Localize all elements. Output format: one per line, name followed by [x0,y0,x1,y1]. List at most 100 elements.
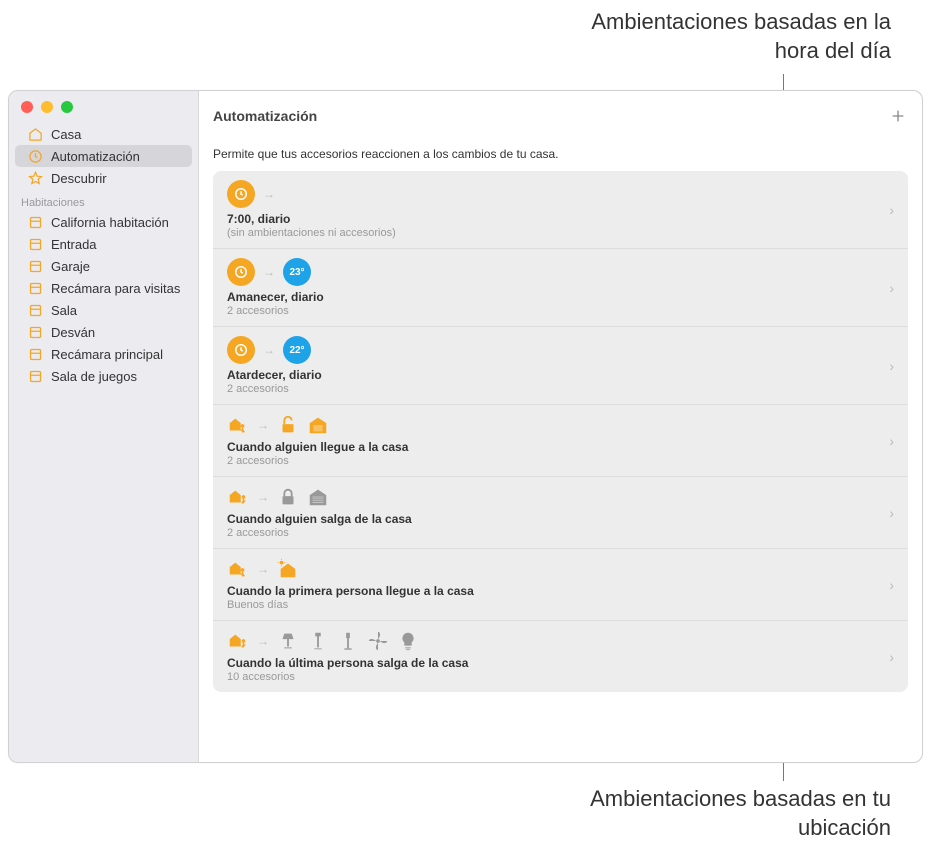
automation-subtitle: Buenos días [227,599,889,611]
room-icon [27,302,43,318]
sidebar-label: Entrada [51,237,97,252]
automation-title: Cuando la primera persona llegue a la ca… [227,584,889,598]
automation-subtitle: 2 accesorios [227,527,889,539]
lock-open-icon [277,414,299,436]
temperature-icon: 22° [283,336,311,364]
icon-row: → [227,414,889,436]
automation-title: Cuando alguien llegue a la casa [227,440,889,454]
title-bar: Automatización [213,101,908,131]
close-button[interactable] [21,101,33,113]
icon-row: → 23° [227,258,889,286]
arrow-icon: → [263,265,275,279]
room-icon [27,236,43,252]
sidebar-label: Recámara para visitas [51,281,180,296]
person-home-leave-icon [227,630,249,652]
garage-icon [307,414,329,436]
icon-row: → 22° [227,336,889,364]
lamp3-icon [337,630,359,652]
star-icon [27,170,43,186]
page-subtitle: Permite que tus accesorios reaccionen a … [213,147,908,161]
icon-row: → [227,180,889,208]
room-icon [27,258,43,274]
chevron-right-icon: › [889,433,894,449]
lock-closed-icon [277,486,299,508]
automation-title: Cuando alguien salga de la casa [227,512,889,526]
scene-home-icon [277,558,299,580]
row-content: → Cuando la primera persona llegue a la … [227,558,889,611]
sidebar-item-room[interactable]: Sala [15,299,192,321]
annotation-time-based: Ambientaciones basadas en la hora del dí… [551,8,891,65]
sidebar-label: California habitación [51,215,169,230]
sidebar-item-casa[interactable]: Casa [15,123,192,145]
main-content: Automatización Permite que tus accesorio… [199,91,922,762]
temperature-icon: 23° [283,258,311,286]
arrow-icon: → [263,343,275,357]
automation-row[interactable]: →23° Amanecer, diario 2 accesorios › [213,249,908,327]
row-content: →23° Amanecer, diario 2 accesorios [227,258,889,317]
sidebar-label: Desván [51,325,95,340]
automation-row[interactable]: → Cuando la última persona salga de la c… [213,621,908,692]
automation-row[interactable]: → Cuando la primera persona llegue a la … [213,549,908,621]
chevron-right-icon: › [889,280,894,296]
room-icon [27,368,43,384]
automation-row[interactable]: → Cuando alguien salga de la casa 2 acce… [213,477,908,549]
sidebar-item-room[interactable]: Garaje [15,255,192,277]
chevron-right-icon: › [889,202,894,218]
arrow-icon: → [257,490,269,504]
add-automation-button[interactable] [888,106,908,126]
row-content: → Cuando la última persona salga de la c… [227,630,889,683]
home-icon [27,126,43,142]
room-icon [27,346,43,362]
clock-icon [227,258,255,286]
lamp2-icon [307,630,329,652]
automation-title: Atardecer, diario [227,368,889,382]
app-window: Casa Automatización Descubrir Habitacion… [8,90,923,763]
sidebar-item-room[interactable]: Entrada [15,233,192,255]
row-content: → 22° Atardecer, diario 2 accesorios [227,336,889,395]
automation-row[interactable]: → Cuando alguien llegue a la casa 2 acce… [213,405,908,477]
clock-icon [227,336,255,364]
chevron-right-icon: › [889,358,894,374]
sidebar-label: Sala [51,303,77,318]
automation-list: → 7:00, diario (sin ambientaciones ni ac… [213,171,908,692]
automation-subtitle: 2 accesorios [227,383,889,395]
annotation-location-based: Ambientaciones basadas en tu ubicación [551,785,891,842]
sidebar-item-descubrir[interactable]: Descubrir [15,167,192,189]
maximize-button[interactable] [61,101,73,113]
minimize-button[interactable] [41,101,53,113]
sidebar-item-room[interactable]: Sala de juegos [15,365,192,387]
sidebar-item-room[interactable]: Desván [15,321,192,343]
arrow-icon: → [263,187,275,201]
room-icon [27,214,43,230]
person-home-leave-icon [227,486,249,508]
sidebar-label: Automatización [51,149,140,164]
sidebar-item-room[interactable]: Recámara para visitas [15,277,192,299]
automation-title: Amanecer, diario [227,290,889,304]
automation-subtitle: (sin ambientaciones ni accesorios) [227,227,889,239]
sidebar-label: Descubrir [51,171,107,186]
lamp1-icon [277,630,299,652]
sidebar-label: Recámara principal [51,347,163,362]
person-home-arrive-icon [227,558,249,580]
icon-row: → [227,630,889,652]
window-controls [9,99,198,123]
sidebar: Casa Automatización Descubrir Habitacion… [9,91,199,762]
sidebar-item-room[interactable]: Recámara principal [15,343,192,365]
sidebar-item-room[interactable]: California habitación [15,211,192,233]
room-icon [27,324,43,340]
arrow-icon: → [257,634,269,648]
sidebar-label: Sala de juegos [51,369,137,384]
chevron-right-icon: › [889,505,894,521]
page-title: Automatización [213,108,317,124]
row-content: → Cuando alguien llegue a la casa 2 acce… [227,414,889,467]
automation-subtitle: 10 accesorios [227,671,889,683]
sidebar-item-automatizacion[interactable]: Automatización [15,145,192,167]
arrow-icon: → [257,562,269,576]
row-content: → Cuando alguien salga de la casa 2 acce… [227,486,889,539]
arrow-icon: → [257,418,269,432]
automation-title: 7:00, diario [227,212,889,226]
icon-row: → [227,558,889,580]
automation-row[interactable]: → 7:00, diario (sin ambientaciones ni ac… [213,171,908,249]
row-content: → 7:00, diario (sin ambientaciones ni ac… [227,180,889,239]
automation-row[interactable]: → 22° Atardecer, diario 2 accesorios › [213,327,908,405]
